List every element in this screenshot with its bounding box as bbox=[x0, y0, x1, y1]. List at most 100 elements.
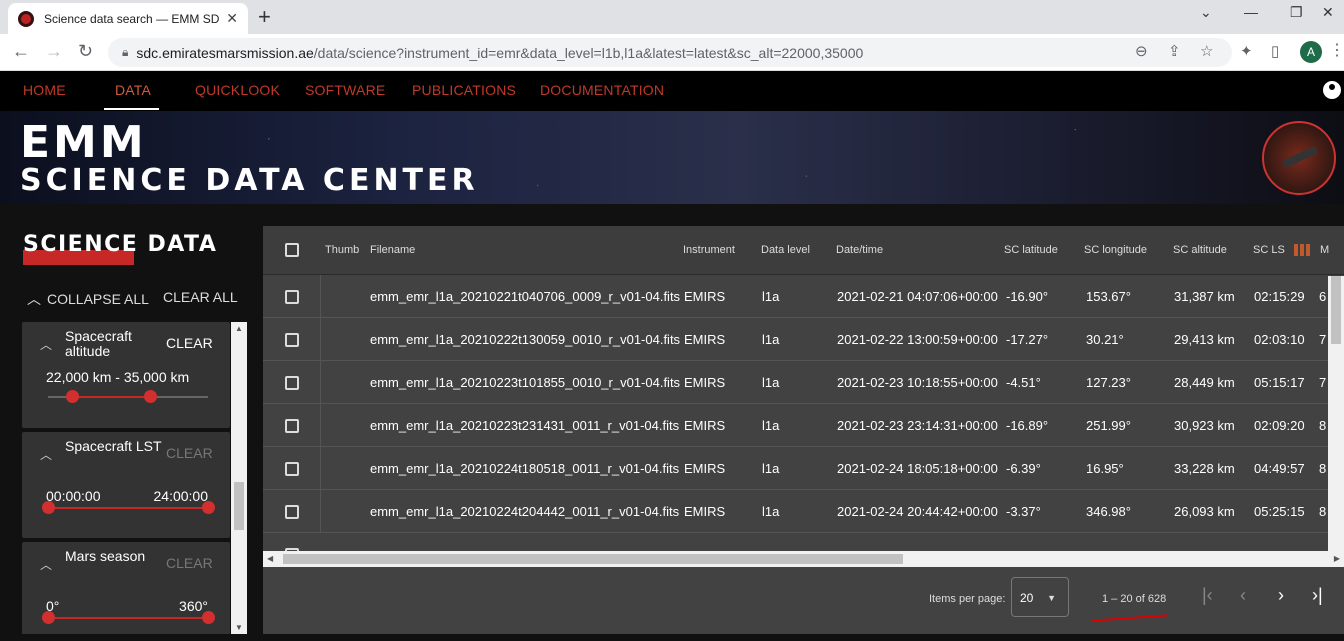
cell-filename[interactable]: emm_emr_l1a_20210222t130059_0010_r_v01-0… bbox=[370, 332, 680, 347]
row-checkbox[interactable] bbox=[285, 333, 299, 347]
new-tab-button[interactable]: + bbox=[258, 5, 271, 29]
range-slider[interactable] bbox=[42, 501, 215, 514]
scroll-left-icon[interactable]: ◀ bbox=[267, 554, 273, 563]
nav-software[interactable]: SOFTWARE bbox=[305, 82, 385, 98]
nav-quicklook[interactable]: QUICKLOOK bbox=[195, 82, 280, 98]
table-row[interactable]: emm_emr_l1a_20210224t204442_0011_r_v01-0… bbox=[263, 490, 1344, 533]
reload-icon[interactable]: ↻ bbox=[78, 41, 93, 62]
page-scrollbar[interactable] bbox=[1328, 276, 1344, 551]
items-per-page-value: 20 bbox=[1020, 591, 1034, 605]
scroll-up-icon[interactable]: ▲ bbox=[235, 324, 243, 333]
slider-thumb-high[interactable] bbox=[202, 501, 215, 514]
cell-level: l1a bbox=[762, 461, 780, 476]
previous-page-icon[interactable]: ‹ bbox=[1240, 585, 1246, 606]
table-horizontal-scrollbar[interactable]: ◀ ▶ bbox=[263, 551, 1344, 567]
table-row[interactable]: emm_emr_l1a_20210224t180518_0011_r_v01-0… bbox=[263, 447, 1344, 490]
nav-documentation[interactable]: DOCUMENTATION bbox=[540, 82, 664, 98]
bookmark-star-icon[interactable]: ☆ bbox=[1200, 42, 1213, 60]
chevron-up-icon[interactable]: ︿ bbox=[40, 336, 52, 353]
row-checkbox[interactable] bbox=[285, 419, 299, 433]
next-page-icon[interactable]: › bbox=[1278, 585, 1284, 606]
address-bar[interactable]: 🔒︎ sdc.emiratesmarsmission.ae /data/scie… bbox=[108, 38, 1232, 67]
cell-filename[interactable]: emm_emr_l1a_20210223t101855_0010_r_v01-0… bbox=[370, 375, 680, 390]
cell-lst: 02:09:20 bbox=[1254, 418, 1305, 433]
filter-clear-button[interactable]: CLEAR bbox=[166, 335, 213, 351]
cell-filename[interactable]: emm_emr_l1a_20210223t231431_0011_r_v01-0… bbox=[370, 418, 679, 433]
select-all-checkbox[interactable] bbox=[285, 243, 299, 257]
table-row[interactable]: emm_emr_l1a_20210223t231431_0011_r_v01-0… bbox=[263, 404, 1344, 447]
chevron-up-icon[interactable]: ︿ bbox=[40, 556, 52, 573]
clear-all-button[interactable]: CLEAR ALL bbox=[163, 289, 238, 305]
nav-home[interactable]: HOME bbox=[23, 82, 66, 98]
slider-thumb-high[interactable] bbox=[202, 611, 215, 624]
slider-thumb-low[interactable] bbox=[66, 390, 79, 403]
row-checkbox[interactable] bbox=[285, 462, 299, 476]
col-extra[interactable]: M bbox=[1320, 244, 1329, 256]
table-row[interactable] bbox=[263, 533, 1344, 551]
nav-publications[interactable]: PUBLICATIONS bbox=[412, 82, 516, 98]
cell-instrument: EMIRS bbox=[684, 418, 726, 433]
cell-filename[interactable]: emm_emr_l1a_20210224t204442_0011_r_v01-0… bbox=[370, 504, 679, 519]
row-checkbox[interactable] bbox=[285, 376, 299, 390]
col-instrument[interactable]: Instrument bbox=[683, 244, 735, 256]
chevron-up-icon[interactable]: ︿ bbox=[40, 446, 52, 463]
forward-icon[interactable]: → bbox=[45, 41, 63, 62]
slider-thumb-low[interactable] bbox=[42, 611, 55, 624]
col-datetime[interactable]: Date/time bbox=[836, 244, 883, 256]
table-row[interactable]: emm_emr_l1a_20210221t040706_0009_r_v01-0… bbox=[263, 275, 1344, 318]
range-slider[interactable] bbox=[42, 611, 215, 624]
col-filename[interactable]: Filename bbox=[370, 244, 415, 256]
cell-alt: 31,387 km bbox=[1174, 289, 1235, 304]
cell-lat: -6.39° bbox=[1006, 461, 1041, 476]
col-sc-altitude[interactable]: SC altitude bbox=[1173, 244, 1227, 256]
hope-mission-logo-icon bbox=[1262, 121, 1336, 195]
extensions-icon[interactable]: ✦ bbox=[1240, 42, 1253, 60]
scroll-down-icon[interactable]: ▼ bbox=[235, 623, 243, 632]
restore-icon[interactable]: ❐ bbox=[1290, 4, 1303, 21]
row-checkbox[interactable] bbox=[285, 290, 299, 304]
table-row[interactable]: emm_emr_l1a_20210222t130059_0010_r_v01-0… bbox=[263, 318, 1344, 361]
items-per-page-select[interactable]: 20 ▼ bbox=[1011, 577, 1069, 617]
last-page-icon[interactable]: ›| bbox=[1312, 585, 1323, 606]
lock-icon[interactable]: 🔒︎ bbox=[122, 45, 128, 60]
thumb-cell bbox=[320, 318, 321, 361]
columns-toggle-icon[interactable] bbox=[1294, 244, 1310, 256]
tab-close-icon[interactable]: ✕ bbox=[226, 10, 238, 27]
minimize-icon[interactable]: — bbox=[1244, 4, 1258, 20]
first-page-icon[interactable]: |‹ bbox=[1202, 585, 1213, 606]
profile-avatar[interactable]: A bbox=[1300, 41, 1322, 63]
filter-clear-button[interactable]: CLEAR bbox=[166, 445, 213, 461]
cell-filename[interactable]: emm_emr_l1a_20210221t040706_0009_r_v01-0… bbox=[370, 289, 680, 304]
slider-thumb-high[interactable] bbox=[144, 390, 158, 403]
close-window-icon[interactable]: ✕ bbox=[1322, 4, 1334, 21]
col-sc-longitude[interactable]: SC longitude bbox=[1084, 244, 1147, 256]
browser-tab[interactable]: Science data search — EMM SDC ✕ bbox=[8, 3, 248, 34]
col-data-level[interactable]: Data level bbox=[761, 244, 810, 256]
scrollbar-thumb[interactable] bbox=[234, 482, 244, 530]
filter-list-scrollbar[interactable]: ▲ ▼ bbox=[231, 322, 247, 634]
col-sc-latitude[interactable]: SC latitude bbox=[1004, 244, 1058, 256]
slider-thumb-low[interactable] bbox=[42, 501, 55, 514]
table-row[interactable]: emm_emr_l1a_20210223t101855_0010_r_v01-0… bbox=[263, 361, 1344, 404]
cell-filename[interactable]: emm_emr_l1a_20210224t180518_0011_r_v01-0… bbox=[370, 461, 679, 476]
scrollbar-thumb[interactable] bbox=[283, 554, 903, 564]
col-thumb[interactable]: Thumb bbox=[325, 244, 359, 256]
collapse-all-button[interactable]: ︿ COLLAPSE ALL bbox=[27, 289, 149, 309]
nav-data[interactable]: DATA bbox=[115, 82, 151, 98]
side-panel-icon[interactable]: ▯ bbox=[1271, 42, 1279, 60]
filter-clear-button[interactable]: CLEAR bbox=[166, 555, 213, 571]
col-sc-lst[interactable]: SC LS bbox=[1253, 244, 1285, 256]
range-slider[interactable] bbox=[48, 390, 208, 403]
tab-search-icon[interactable]: ⌄ bbox=[1200, 4, 1212, 21]
back-icon[interactable]: ← bbox=[12, 41, 30, 62]
browser-menu-icon[interactable]: ⋮ bbox=[1329, 40, 1344, 60]
page-footer-strip bbox=[263, 634, 1344, 641]
row-checkbox[interactable] bbox=[285, 505, 299, 519]
account-icon[interactable] bbox=[1323, 81, 1341, 99]
share-icon[interactable]: ⇪ bbox=[1168, 42, 1181, 60]
cell-extra: 7 bbox=[1319, 332, 1327, 347]
zoom-icon[interactable]: ⊖ bbox=[1135, 42, 1148, 60]
filter-spacecraft-lst: ︿ Spacecraft LST CLEAR 00:00:00 24:00:00 bbox=[22, 432, 230, 538]
scroll-right-icon[interactable]: ▶ bbox=[1334, 554, 1340, 563]
scrollbar-thumb[interactable] bbox=[1331, 276, 1341, 344]
